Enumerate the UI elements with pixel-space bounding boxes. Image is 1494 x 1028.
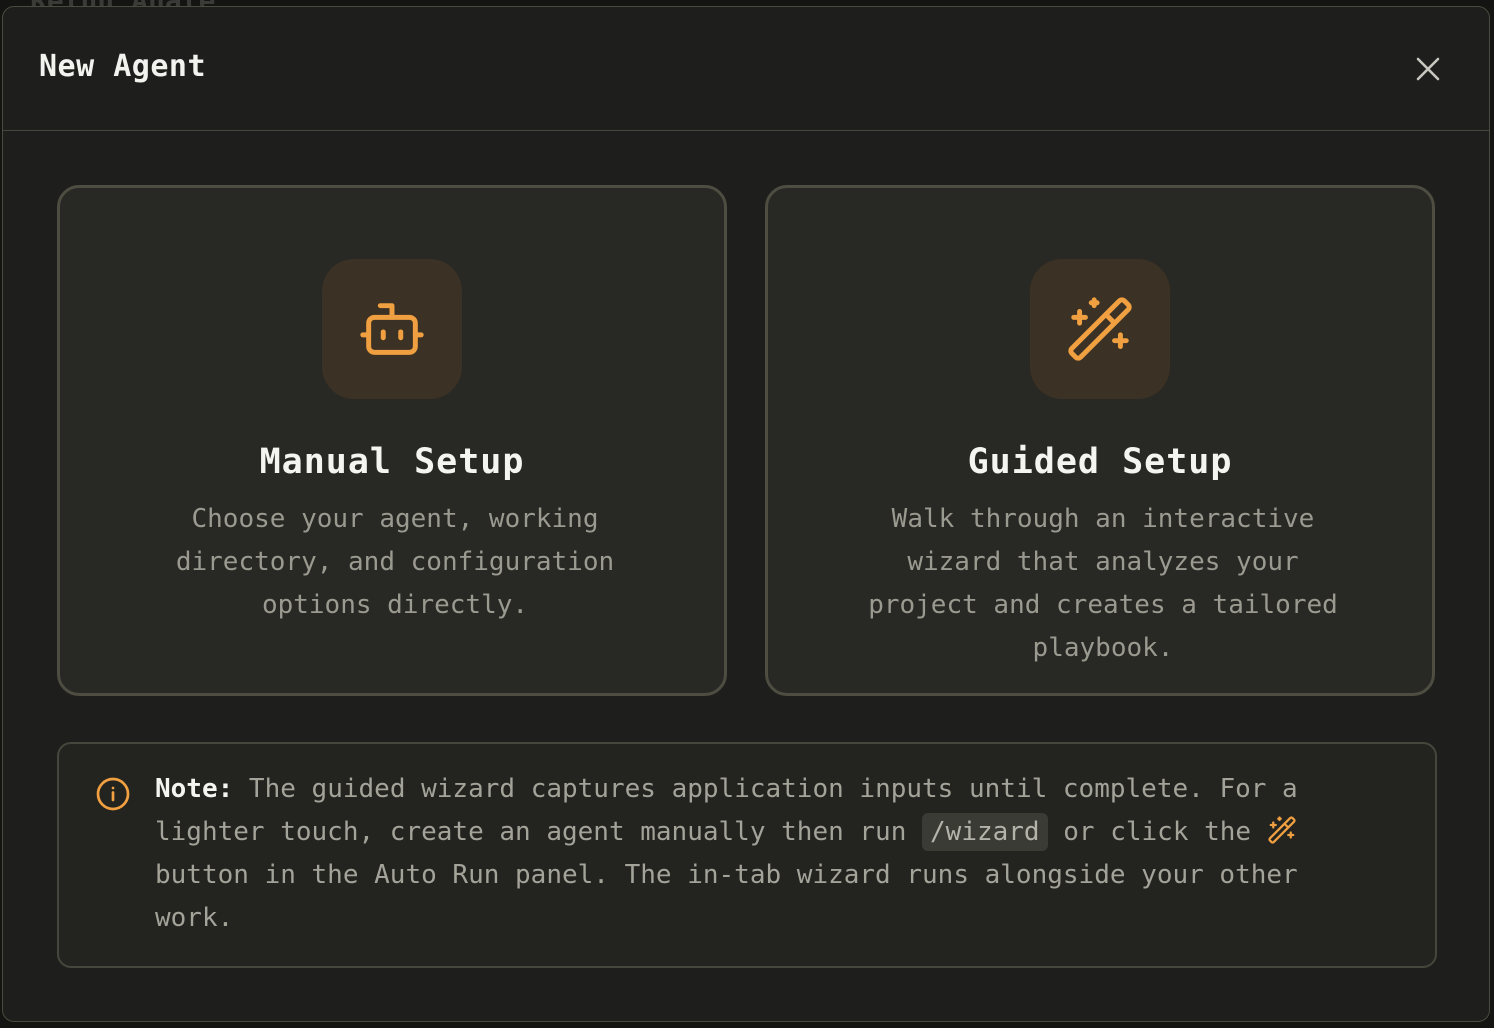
dialog-title: New Agent [39, 49, 207, 84]
new-agent-dialog: New Agent Manual Setup Choose your agent… [2, 6, 1490, 1022]
close-icon [1416, 57, 1440, 81]
guided-setup-card[interactable]: Guided Setup Walk through an interactive… [765, 185, 1435, 696]
close-button[interactable] [1411, 52, 1445, 86]
dialog-header: New Agent [3, 7, 1489, 131]
wizard-command: /wizard [922, 813, 1048, 851]
note-label: Note: [155, 774, 234, 804]
info-icon [96, 777, 130, 811]
manual-setup-card[interactable]: Manual Setup Choose your agent, working … [57, 185, 727, 696]
manual-setup-description: Choose your agent, working directory, an… [175, 504, 615, 620]
guided-setup-title: Guided Setup [967, 442, 1233, 482]
wizard-note: Note: The guided wizard captures applica… [57, 742, 1437, 968]
magic-wand-icon [1068, 297, 1132, 361]
note-text: Note: The guided wizard captures applica… [155, 768, 1335, 940]
guided-setup-icon-tile [1030, 259, 1170, 399]
note-text-part3: button in the Auto Run panel. The in-tab… [155, 860, 1298, 933]
magic-wand-icon [1268, 816, 1296, 844]
manual-setup-title: Manual Setup [259, 442, 525, 482]
note-text-part2: or click the [1047, 817, 1267, 847]
manual-setup-icon-tile [322, 259, 462, 399]
bot-icon [360, 303, 424, 355]
guided-setup-description: Walk through an interactive wizard that … [868, 504, 1338, 663]
